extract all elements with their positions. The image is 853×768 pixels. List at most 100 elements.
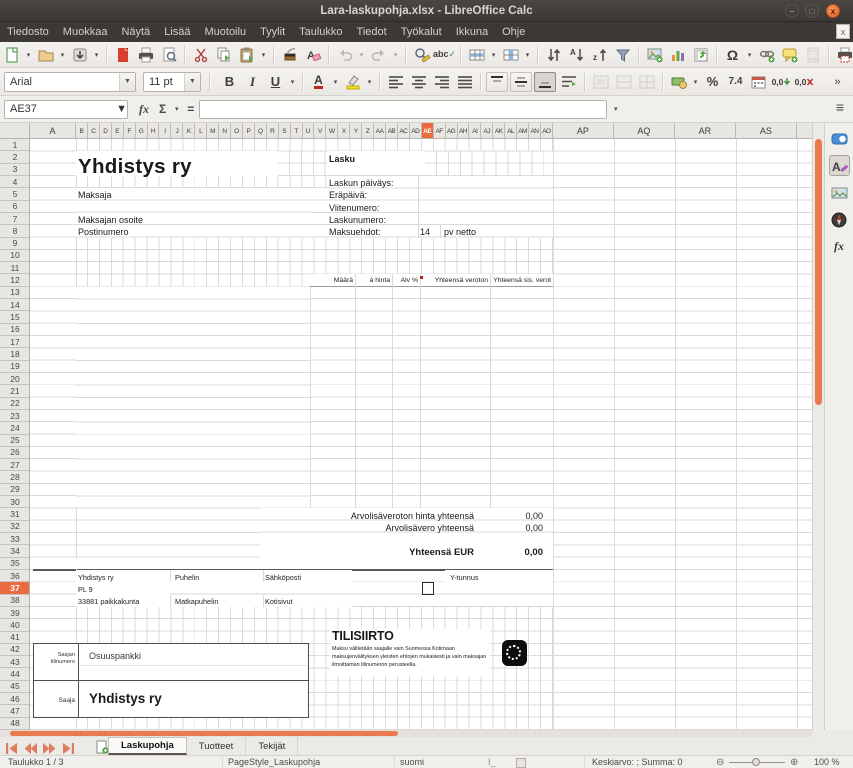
row-header-13[interactable]: 13 bbox=[0, 287, 30, 299]
row-header-16[interactable]: 16 bbox=[0, 324, 30, 336]
menu-taulukko[interactable]: Taulukko bbox=[292, 22, 349, 42]
font-color-button[interactable]: A bbox=[307, 71, 330, 93]
column-header-AQ[interactable]: AQ bbox=[614, 123, 675, 139]
row-header-30[interactable]: 30 bbox=[0, 496, 30, 508]
font-color-dropdown[interactable]: ▾ bbox=[330, 78, 341, 86]
column-header-H[interactable]: H bbox=[148, 123, 160, 139]
row-header-40[interactable]: 40 bbox=[0, 619, 30, 631]
row-header-48[interactable]: 48 bbox=[0, 718, 30, 730]
sheet-tab-tuotteet[interactable]: Tuotteet bbox=[187, 737, 247, 755]
column-header-A[interactable]: A bbox=[30, 123, 76, 139]
insert-columns-icon[interactable] bbox=[499, 44, 522, 66]
font-name-dropdown[interactable]: ▼ bbox=[119, 73, 135, 91]
font-name-combo[interactable]: Arial ▼ bbox=[4, 72, 136, 92]
row-header-22[interactable]: 22 bbox=[0, 398, 30, 410]
row-header-46[interactable]: 46 bbox=[0, 693, 30, 705]
insert-rows-dropdown[interactable]: ▾ bbox=[488, 51, 499, 59]
print-preview-icon[interactable] bbox=[157, 44, 180, 66]
row-header-5[interactable]: 5 bbox=[0, 188, 30, 200]
language-indicator[interactable]: suomi bbox=[400, 757, 424, 767]
align-bottom-button[interactable] bbox=[534, 72, 556, 92]
print-icon[interactable] bbox=[134, 44, 157, 66]
row-header-8[interactable]: 8 bbox=[0, 225, 30, 237]
spelling-icon[interactable]: abc✓ bbox=[433, 44, 456, 66]
currency-format-dropdown[interactable]: ▾ bbox=[690, 78, 701, 86]
column-header-W[interactable]: W bbox=[326, 123, 338, 139]
column-header-S[interactable]: S bbox=[279, 123, 291, 139]
clone-formatting-icon[interactable] bbox=[278, 44, 301, 66]
bold-button[interactable]: B bbox=[218, 71, 241, 93]
align-justified-icon[interactable] bbox=[453, 71, 476, 93]
row-header-19[interactable]: 19 bbox=[0, 361, 30, 373]
row-header-25[interactable]: 25 bbox=[0, 435, 30, 447]
column-headers[interactable]: ABCDEFGHIJKLMNOPQRSTUVWXYZAAABACADAEAFAG… bbox=[30, 123, 812, 139]
column-header-AJ[interactable]: AJ bbox=[481, 123, 493, 139]
column-header-Y[interactable]: Y bbox=[350, 123, 362, 139]
insert-image-icon[interactable] bbox=[643, 44, 666, 66]
row-header-41[interactable]: 41 bbox=[0, 632, 30, 644]
name-box-dropdown[interactable]: ▼ bbox=[116, 103, 127, 115]
column-header-F[interactable]: F bbox=[124, 123, 136, 139]
sort-ascending-icon[interactable]: A bbox=[565, 44, 588, 66]
column-header-AI[interactable]: AI bbox=[469, 123, 481, 139]
wrap-text-icon[interactable] bbox=[557, 71, 580, 93]
align-top-button[interactable] bbox=[486, 72, 508, 92]
row-header-47[interactable]: 47 bbox=[0, 705, 30, 717]
zoom-level[interactable]: 100 % bbox=[814, 757, 840, 767]
column-header-C[interactable]: C bbox=[88, 123, 100, 139]
menu-lisää[interactable]: Lisää bbox=[157, 22, 197, 42]
row-header-6[interactable]: 6 bbox=[0, 201, 30, 213]
insert-mode-icon[interactable]: I_ bbox=[488, 757, 496, 767]
date-format-icon[interactable] bbox=[747, 71, 770, 93]
row-header-20[interactable]: 20 bbox=[0, 373, 30, 385]
new-document-dropdown[interactable]: ▾ bbox=[23, 51, 34, 59]
column-header-D[interactable]: D bbox=[100, 123, 112, 139]
row-header-43[interactable]: 43 bbox=[0, 656, 30, 668]
column-header-AO[interactable]: AO bbox=[541, 123, 553, 139]
column-header-AR[interactable]: AR bbox=[675, 123, 736, 139]
vertical-scrollbar-thumb[interactable] bbox=[815, 139, 822, 405]
currency-format-icon[interactable] bbox=[667, 71, 690, 93]
column-header-AN[interactable]: AN bbox=[529, 123, 541, 139]
column-header-X[interactable]: X bbox=[338, 123, 350, 139]
add-decimal-icon[interactable]: 0,0 bbox=[770, 71, 793, 93]
align-left-icon[interactable] bbox=[384, 71, 407, 93]
row-header-45[interactable]: 45 bbox=[0, 681, 30, 693]
row-header-28[interactable]: 28 bbox=[0, 471, 30, 483]
menu-näytä[interactable]: Näytä bbox=[114, 22, 157, 42]
column-header-Q[interactable]: Q bbox=[255, 123, 267, 139]
zoom-slider-knob[interactable] bbox=[752, 758, 760, 766]
column-header-AF[interactable]: AF bbox=[434, 123, 446, 139]
merge-center-cells-icon[interactable] bbox=[589, 71, 612, 93]
underline-dropdown[interactable]: ▾ bbox=[287, 78, 298, 86]
column-header-I[interactable]: I bbox=[159, 123, 171, 139]
column-header-AM[interactable]: AM bbox=[517, 123, 529, 139]
export-pdf-icon[interactable] bbox=[111, 44, 134, 66]
column-header-AS[interactable]: AS bbox=[736, 123, 797, 139]
align-center-vertically-button[interactable] bbox=[510, 72, 532, 92]
autofilter-icon[interactable] bbox=[611, 44, 634, 66]
menu-ohje[interactable]: Ohje bbox=[495, 22, 532, 42]
row-header-2[interactable]: 2 bbox=[0, 151, 30, 163]
paste-icon[interactable] bbox=[235, 44, 258, 66]
column-header-AL[interactable]: AL bbox=[505, 123, 517, 139]
row-header-27[interactable]: 27 bbox=[0, 459, 30, 471]
font-size-combo[interactable]: 11 pt ▼ bbox=[143, 72, 201, 92]
formula-input[interactable] bbox=[199, 100, 607, 119]
menu-tiedosto[interactable]: Tiedosto bbox=[0, 22, 56, 42]
column-header-Z[interactable]: Z bbox=[362, 123, 374, 139]
toolbar-overflow-button-2[interactable]: » bbox=[826, 71, 849, 93]
function-wizard-icon[interactable]: fx bbox=[134, 102, 154, 117]
sidebar-properties-icon[interactable]: A bbox=[829, 155, 850, 176]
row-header-32[interactable]: 32 bbox=[0, 521, 30, 533]
row-header-44[interactable]: 44 bbox=[0, 668, 30, 680]
undo-dropdown[interactable]: ▾ bbox=[356, 51, 367, 59]
row-header-38[interactable]: 38 bbox=[0, 595, 30, 607]
vertical-scrollbar[interactable] bbox=[812, 123, 824, 730]
menu-muotoilu[interactable]: Muotoilu bbox=[197, 22, 253, 42]
name-box[interactable]: AE37 ▼ bbox=[4, 100, 128, 119]
column-header-R[interactable]: R bbox=[267, 123, 279, 139]
column-header-AA[interactable]: AA bbox=[374, 123, 386, 139]
row-header-9[interactable]: 9 bbox=[0, 238, 30, 250]
row-header-7[interactable]: 7 bbox=[0, 213, 30, 225]
